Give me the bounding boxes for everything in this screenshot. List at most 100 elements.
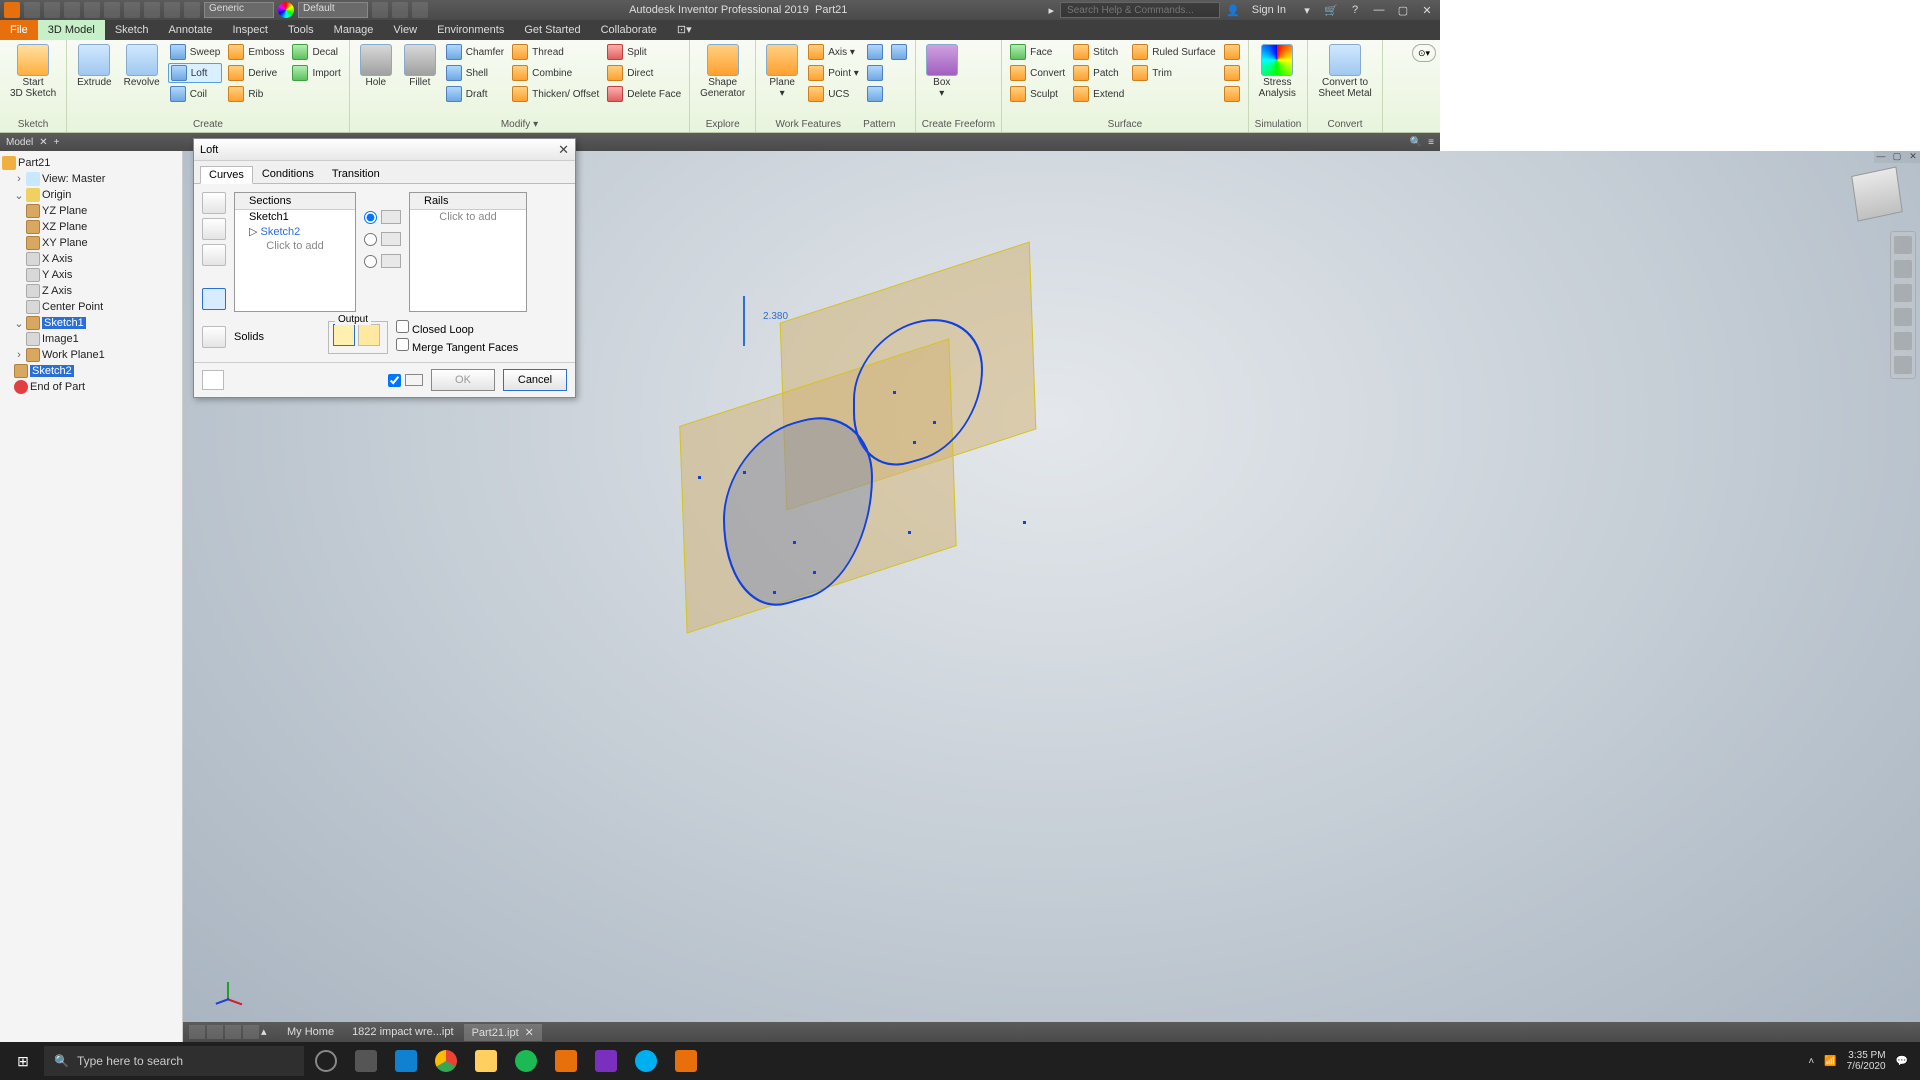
signin-link[interactable]: Sign In [1246, 4, 1292, 16]
dialog-titlebar[interactable]: Loft ✕ [194, 139, 575, 161]
model-search-icon[interactable]: 🔍 [1410, 137, 1422, 148]
dialog-close-icon[interactable]: ✕ [558, 142, 569, 158]
dimension-value[interactable]: 2.380 [763, 311, 788, 322]
decal-button[interactable]: Decal [290, 42, 342, 62]
patch-button[interactable]: Patch [1071, 63, 1126, 83]
import-button[interactable]: Import [290, 63, 342, 83]
loft-type-1[interactable] [364, 210, 401, 224]
nav-wheel-icon[interactable] [1894, 260, 1912, 278]
notifications-icon[interactable]: 💬 [1896, 1056, 1908, 1067]
nav-pan-icon[interactable] [1894, 284, 1912, 302]
rails-list[interactable]: Rails Click to add [409, 192, 527, 312]
start-sketch-button[interactable]: Start3D Sketch [6, 42, 60, 101]
tab-3d-model[interactable]: 3D Model [38, 20, 105, 40]
hole-button[interactable]: Hole [356, 42, 396, 90]
delete-face-button[interactable]: Delete Face [605, 84, 683, 104]
cancel-button[interactable]: Cancel [503, 369, 567, 391]
redo-icon[interactable] [104, 2, 120, 18]
select-mode-4-button[interactable] [202, 288, 226, 310]
view-layout-4[interactable] [243, 1025, 259, 1039]
coil-button[interactable]: Coil [168, 84, 223, 104]
loft-type-2[interactable] [364, 232, 401, 246]
tab-view[interactable]: View [383, 20, 427, 40]
fx-icon[interactable] [392, 2, 408, 18]
derive-button[interactable]: Derive [226, 63, 286, 83]
minimize-button[interactable]: — [1370, 4, 1388, 16]
open-icon[interactable] [44, 2, 60, 18]
vp-min-icon[interactable]: — [1874, 151, 1888, 163]
help-icon[interactable]: ? [1346, 4, 1364, 16]
surface-ext3-button[interactable] [1222, 84, 1242, 104]
stress-analysis-button[interactable]: StressAnalysis [1255, 42, 1300, 101]
view-cube[interactable] [1851, 166, 1903, 221]
model-close-icon[interactable]: ✕ [39, 137, 47, 148]
tab-extra-icon[interactable]: ⊡▾ [667, 20, 702, 40]
wifi-icon[interactable]: 📶 [1824, 1056, 1836, 1067]
face-button[interactable]: Face [1008, 42, 1067, 62]
pattern-sk-button[interactable] [889, 42, 909, 62]
surface-ext1-button[interactable] [1222, 42, 1242, 62]
mirror-button[interactable] [865, 84, 885, 104]
tree-view[interactable]: ›View: Master [2, 171, 180, 187]
tree-xy-plane[interactable]: XY Plane [2, 235, 180, 251]
home-icon[interactable] [124, 2, 140, 18]
tray-up-icon[interactable]: ˄ [1808, 1056, 1814, 1067]
surface-ext2-button[interactable] [1222, 63, 1242, 83]
tree-z-axis[interactable]: Z Axis [2, 283, 180, 299]
new-icon[interactable] [24, 2, 40, 18]
section-add-hint[interactable]: Click to add [235, 239, 355, 253]
doc-close-icon[interactable]: ✕ [525, 1027, 534, 1039]
tree-sketch2[interactable]: Sketch2 [2, 363, 180, 379]
appearance-dropdown[interactable]: Default [298, 2, 368, 18]
favorites-icon[interactable]: ▾ [1298, 4, 1316, 17]
maximize-button[interactable]: ▢ [1394, 4, 1412, 17]
thicken-button[interactable]: Thicken/ Offset [510, 84, 601, 104]
plane-button[interactable]: Plane▾ [762, 42, 802, 101]
ruled-surface-button[interactable]: Ruled Surface [1130, 42, 1217, 62]
closed-loop-checkbox[interactable]: Closed Loop [396, 320, 518, 336]
app-icon[interactable] [4, 2, 20, 18]
loft-button[interactable]: Loft [168, 63, 223, 83]
select-mode-2-button[interactable] [202, 218, 226, 240]
rib-button[interactable]: Rib [226, 84, 286, 104]
measure-icon[interactable] [372, 2, 388, 18]
team-icon[interactable] [144, 2, 160, 18]
save-icon[interactable] [64, 2, 80, 18]
emboss-button[interactable]: Emboss [226, 42, 286, 62]
tab-annotate[interactable]: Annotate [158, 20, 222, 40]
tree-xz-plane[interactable]: XZ Plane [2, 219, 180, 235]
fillet-button[interactable]: Fillet [400, 42, 440, 90]
inventor-app-1[interactable] [548, 1046, 584, 1076]
edge-app[interactable] [388, 1046, 424, 1076]
cortana-button[interactable] [308, 1046, 344, 1076]
output-solid-button[interactable] [333, 324, 355, 346]
close-button[interactable]: ✕ [1418, 4, 1436, 17]
doc-tab-2[interactable]: Part21.ipt✕ [464, 1024, 542, 1041]
preview-checkbox[interactable] [388, 374, 423, 387]
tree-yz-plane[interactable]: YZ Plane [2, 203, 180, 219]
split-button[interactable]: Split [605, 42, 683, 62]
ribbon-collapse-button[interactable]: ⊙▾ [1412, 44, 1436, 62]
clock[interactable]: 3:35 PM 7/6/2020 [1847, 1050, 1886, 1072]
loft-type-3[interactable] [364, 254, 401, 268]
help-search-input[interactable] [1060, 2, 1220, 18]
tree-sketch1[interactable]: ⌄Sketch1 [2, 315, 180, 331]
model-add-icon[interactable]: + [54, 137, 60, 148]
point-button[interactable]: Point ▾ [806, 63, 861, 83]
tree-y-axis[interactable]: Y Axis [2, 267, 180, 283]
trim-button[interactable]: Trim [1130, 63, 1217, 83]
revolve-button[interactable]: Revolve [120, 42, 164, 90]
tree-origin[interactable]: ⌄Origin [2, 187, 180, 203]
cart-icon[interactable]: 🛒 [1322, 4, 1340, 17]
nav-home-icon[interactable] [1894, 236, 1912, 254]
ucs-button[interactable]: UCS [806, 84, 861, 104]
axis-button[interactable]: Axis ▾ [806, 42, 861, 62]
direct-button[interactable]: Direct [605, 63, 683, 83]
sections-list[interactable]: Sections Sketch1 ▷ Sketch2 Click to add [234, 192, 356, 312]
panel-title[interactable]: Modify ▾ [356, 118, 683, 132]
chrome-app[interactable] [428, 1046, 464, 1076]
tree-root[interactable]: Part21 [2, 155, 180, 171]
ok-button[interactable]: OK [431, 369, 495, 391]
sculpt-button[interactable]: Sculpt [1008, 84, 1067, 104]
material-dropdown[interactable]: Generic [204, 2, 274, 18]
